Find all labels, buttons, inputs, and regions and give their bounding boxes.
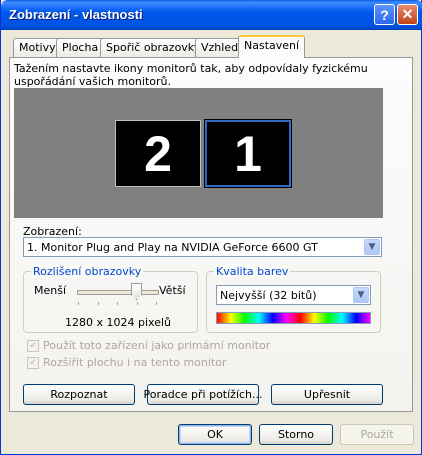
primary-monitor-checkbox[interactable]: ✔ <box>27 340 39 352</box>
color-quality-select[interactable]: Nejvyšší (32 bitů) ▼ <box>216 285 371 305</box>
display-select-value: 1. Monitor Plug and Play na NVIDIA GeFor… <box>27 241 318 254</box>
chevron-down-icon[interactable]: ▼ <box>353 287 369 303</box>
monitor-arrangement-area[interactable]: 2 1 <box>14 88 383 218</box>
checkmark-icon: ✔ <box>29 358 37 368</box>
tab-settings[interactable]: Nastavení <box>238 35 306 58</box>
color-quality-group-title: Kvalita barev <box>214 265 291 278</box>
monitor-2-icon[interactable]: 2 <box>115 120 201 187</box>
color-spectrum-preview <box>216 312 371 324</box>
display-select[interactable]: 1. Monitor Plug and Play na NVIDIA GeFor… <box>23 237 382 257</box>
resolution-slider-track[interactable] <box>77 290 159 295</box>
apply-button[interactable]: Použít <box>340 424 414 445</box>
advanced-button[interactable]: Upřesnit <box>271 384 383 405</box>
monitor-1-icon[interactable]: 1 <box>204 119 292 188</box>
checkmark-icon: ✔ <box>29 341 37 351</box>
slider-tick <box>117 302 118 305</box>
display-properties-window: Zobrazení - vlastnosti ? ✕ Motivy Plocha… <box>0 0 422 455</box>
resolution-group-title: Rozlišení obrazovky <box>31 265 144 278</box>
extend-desktop-checkbox[interactable]: ✔ <box>27 357 39 369</box>
resolution-more-label: Větší <box>159 284 186 297</box>
cancel-button[interactable]: Storno <box>259 424 333 445</box>
slider-tick <box>78 302 79 305</box>
tab-appearance[interactable]: Vzhled <box>195 38 245 57</box>
extend-desktop-label: Rozšířit plochu i na tento monitor <box>43 356 227 369</box>
monitor-instructions: Tažením nastavte ikony monitorů tak, aby… <box>14 62 368 88</box>
help-button[interactable]: ? <box>374 4 395 25</box>
window-title: Zobrazení - vlastnosti <box>9 7 143 22</box>
troubleshoot-button[interactable]: Poradce při potížích... <box>144 384 263 405</box>
identify-button[interactable]: Rozpoznat <box>23 384 135 405</box>
slider-tick <box>156 302 157 305</box>
title-bar[interactable]: Zobrazení - vlastnosti ? ✕ <box>1 0 422 30</box>
resolution-less-label: Menší <box>34 284 67 297</box>
resolution-value: 1280 x 1024 pixelů <box>65 316 171 329</box>
slider-tick <box>98 302 99 305</box>
chevron-down-icon[interactable]: ▼ <box>364 239 380 255</box>
tab-desktop[interactable]: Plocha <box>56 38 105 57</box>
color-quality-value: Nejvyšší (32 bitů) <box>220 289 317 302</box>
ok-button[interactable]: OK <box>178 424 252 445</box>
slider-tick <box>137 302 138 305</box>
close-button[interactable]: ✕ <box>397 4 418 25</box>
primary-monitor-label: Použít toto zařízení jako primární monit… <box>43 339 271 352</box>
tab-themes[interactable]: Motivy <box>13 38 62 57</box>
tab-screensaver[interactable]: Spořič obrazovky <box>100 38 207 57</box>
